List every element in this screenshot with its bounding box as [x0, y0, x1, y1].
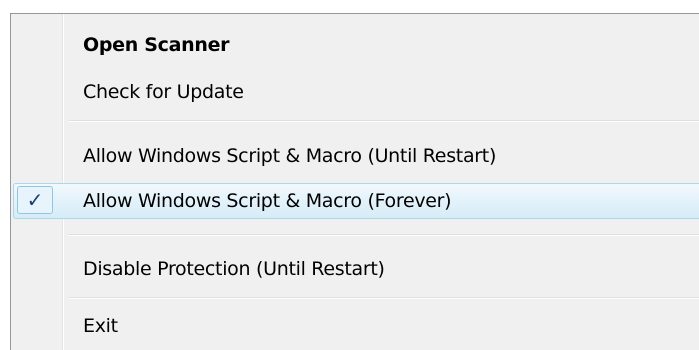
- menu-item-label: Exit: [83, 315, 118, 337]
- menu-item-disable-protection[interactable]: Disable Protection (Until Restart): [11, 250, 699, 288]
- menu-item-allow-script-until-restart[interactable]: Allow Windows Script & Macro (Until Rest…: [11, 137, 699, 175]
- menu-separator: [69, 234, 699, 236]
- menu-item-label: Open Scanner: [83, 34, 230, 56]
- checkmark-icon: ✓: [17, 186, 53, 214]
- menu-item-label: Allow Windows Script & Macro (Until Rest…: [83, 145, 497, 167]
- menu-separator: [69, 120, 699, 122]
- checkmark-glyph: ✓: [26, 188, 44, 212]
- menu-item-label: Disable Protection (Until Restart): [83, 258, 385, 280]
- menu-item-open-scanner[interactable]: Open Scanner: [11, 26, 699, 64]
- menu-item-label: Check for Update: [83, 81, 244, 103]
- menu-item-exit[interactable]: Exit: [11, 307, 699, 345]
- menu-item-label: Allow Windows Script & Macro (Forever): [83, 190, 452, 212]
- menu-item-allow-script-forever[interactable]: ✓ Allow Windows Script & Macro (Forever): [11, 182, 699, 220]
- menu-item-check-for-update[interactable]: Check for Update: [11, 73, 699, 111]
- menu-separator: [69, 297, 699, 299]
- context-menu: Open Scanner Check for Update Allow Wind…: [10, 13, 699, 350]
